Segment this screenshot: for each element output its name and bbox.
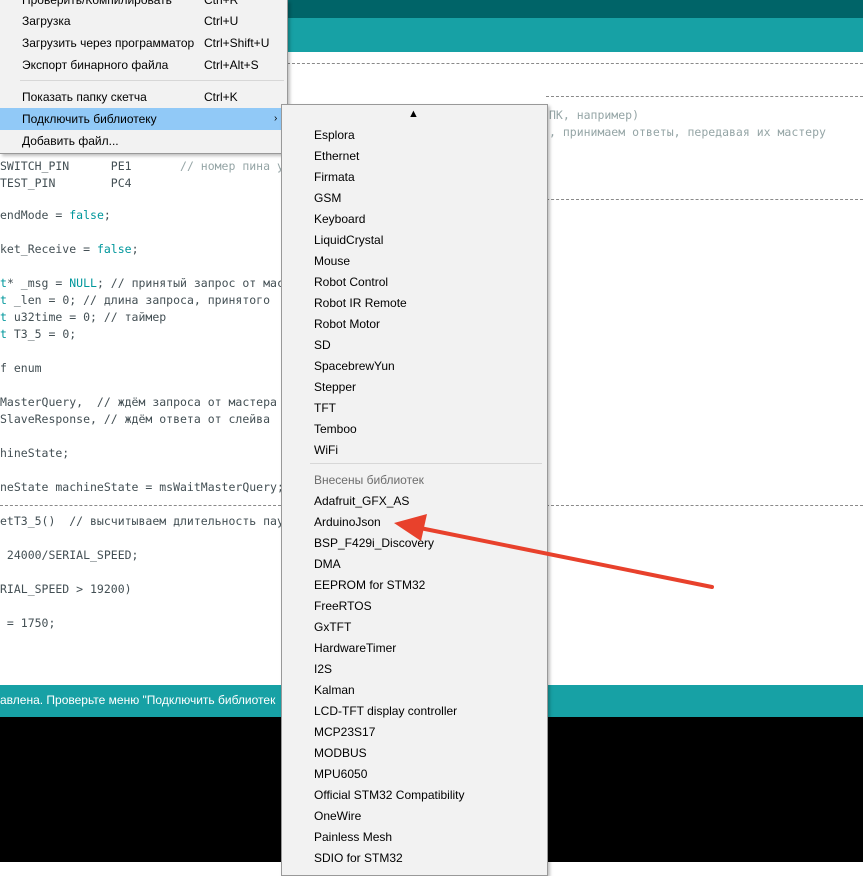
arrow-head (394, 514, 427, 541)
annotation-arrow (394, 514, 714, 589)
arrow-shaft (418, 526, 714, 589)
